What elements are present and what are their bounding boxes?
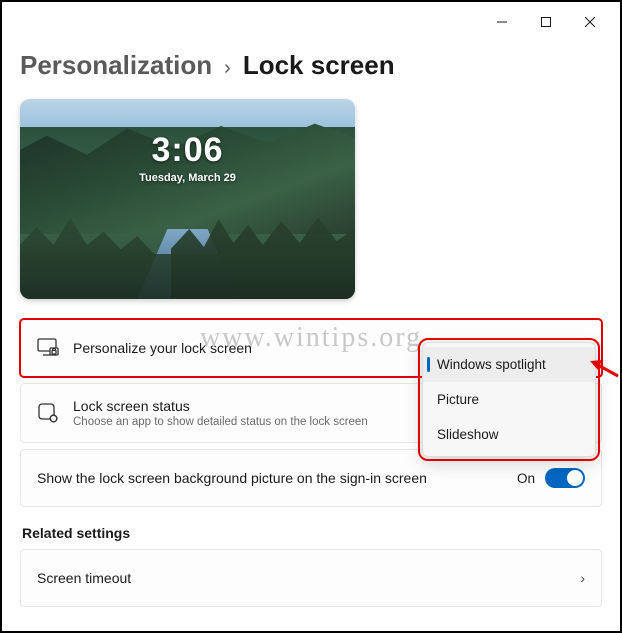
breadcrumb: Personalization › Lock screen	[20, 50, 602, 81]
maximize-button[interactable]	[524, 6, 568, 38]
dropdown-option-slideshow[interactable]: Slideshow	[423, 417, 595, 452]
signin-background-label: Show the lock screen background picture …	[37, 470, 503, 486]
app-status-icon	[37, 402, 59, 424]
preview-time: 3:06	[20, 131, 355, 170]
signin-background-row: Show the lock screen background picture …	[20, 449, 602, 507]
annotation-arrow-icon	[590, 358, 620, 380]
window-titlebar	[2, 2, 620, 42]
page-title: Lock screen	[243, 50, 395, 81]
screen-timeout-label: Screen timeout	[37, 570, 566, 586]
toggle-state-label: On	[517, 471, 535, 486]
breadcrumb-parent[interactable]: Personalization	[20, 50, 212, 81]
preview-date: Tuesday, March 29	[20, 172, 355, 184]
minimize-button[interactable]	[480, 6, 524, 38]
chevron-right-icon: ›	[224, 57, 231, 80]
screen-timeout-row[interactable]: Screen timeout ›	[20, 549, 602, 607]
dropdown-option-spotlight[interactable]: Windows spotlight	[423, 347, 595, 382]
close-button[interactable]	[568, 6, 612, 38]
signin-background-toggle[interactable]	[545, 468, 585, 488]
related-settings-header: Related settings	[22, 525, 602, 541]
chevron-right-icon: ›	[580, 570, 585, 586]
personalize-dropdown[interactable]: Windows spotlight Picture Slideshow	[422, 342, 596, 457]
monitor-lock-icon	[37, 337, 59, 359]
dropdown-option-picture[interactable]: Picture	[423, 382, 595, 417]
lock-screen-preview: 3:06 Tuesday, March 29	[20, 99, 355, 299]
